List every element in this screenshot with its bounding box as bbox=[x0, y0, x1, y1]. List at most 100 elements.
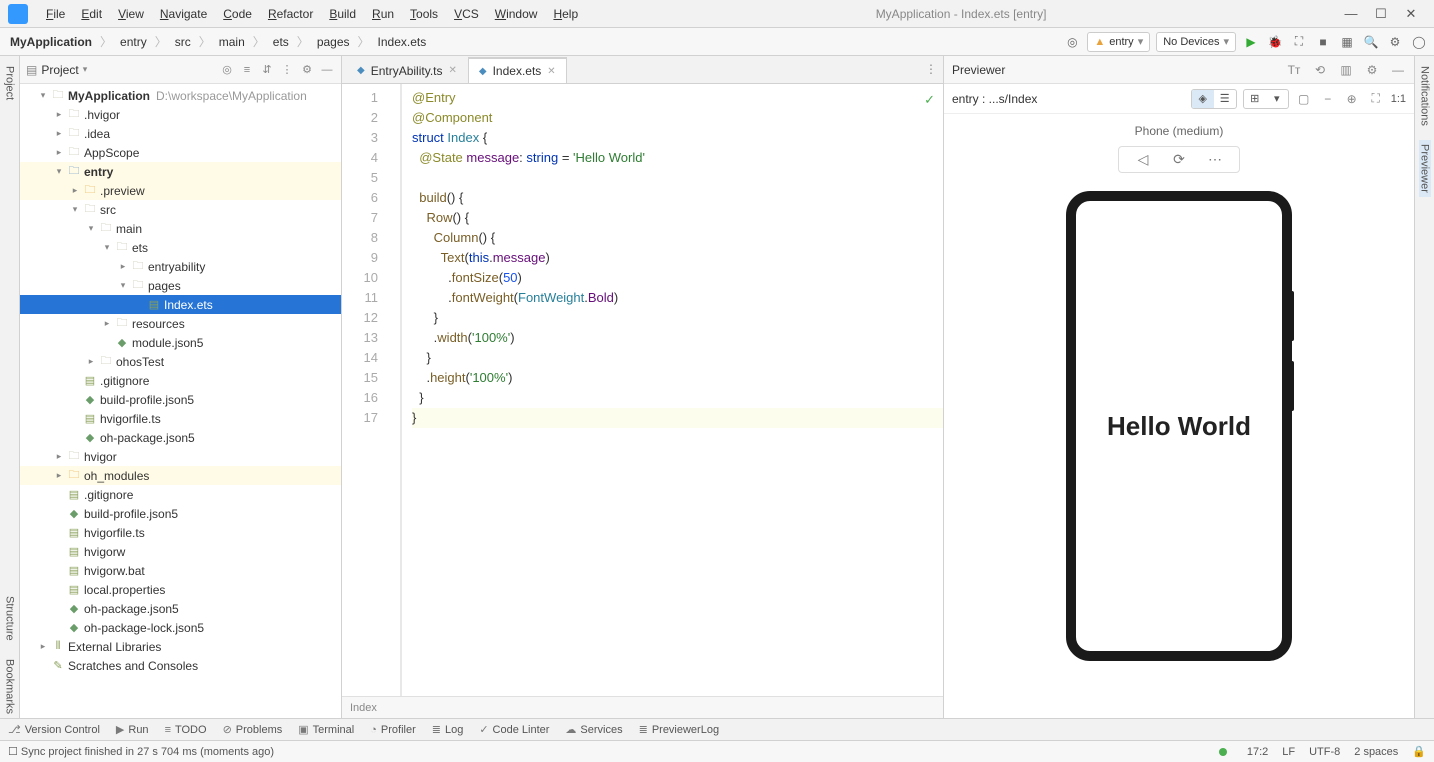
tree-row[interactable]: ▸🗀.hvigor bbox=[20, 105, 341, 124]
code-editor[interactable]: ✓ @Entry@Componentstruct Index { @State … bbox=[404, 84, 943, 696]
collapse-icon[interactable]: ⇵ bbox=[259, 63, 275, 76]
previewer-tool-tab[interactable]: Previewer bbox=[1419, 140, 1431, 197]
tree-row[interactable]: ▸🗀.idea bbox=[20, 124, 341, 143]
menu-tools[interactable]: Tools bbox=[402, 7, 446, 21]
close-tab-icon[interactable]: ✕ bbox=[449, 65, 457, 76]
hide-icon[interactable]: — bbox=[319, 64, 335, 76]
settings-icon[interactable]: ⚙ bbox=[1386, 35, 1404, 49]
menu-navigate[interactable]: Navigate bbox=[152, 7, 215, 21]
debug-icon[interactable]: 🐞 bbox=[1266, 35, 1284, 49]
hide-icon[interactable]: — bbox=[1390, 63, 1406, 77]
toolwindow-run[interactable]: ▶Run bbox=[116, 723, 149, 736]
locate-icon[interactable]: ◎ bbox=[219, 63, 235, 76]
fold-gutter[interactable] bbox=[388, 84, 402, 696]
profile-icon[interactable]: ◯ bbox=[1410, 35, 1428, 49]
tree-row[interactable]: ◆build-profile.json5 bbox=[20, 390, 341, 409]
encoding[interactable]: UTF-8 bbox=[1309, 746, 1340, 758]
gear-icon[interactable]: ⚙ bbox=[299, 63, 315, 76]
tree-row[interactable]: ▾🗀src bbox=[20, 200, 341, 219]
tree-row[interactable]: ▤hvigorw.bat bbox=[20, 561, 341, 580]
minimize-button[interactable]: — bbox=[1336, 6, 1366, 21]
options-icon[interactable]: ⋮ bbox=[279, 63, 295, 76]
toolwindow-previewerlog[interactable]: ≣PreviewerLog bbox=[639, 723, 719, 736]
fit-icon[interactable]: ⛶ bbox=[1367, 91, 1385, 106]
search--icon[interactable]: 🔍 bbox=[1362, 35, 1380, 49]
project-tool-tab[interactable]: Project bbox=[4, 62, 16, 104]
inspect-mode-toggle[interactable]: ◈☰ bbox=[1191, 89, 1237, 109]
editor-tab[interactable]: ◆Index.ets✕ bbox=[468, 57, 567, 83]
menu-view[interactable]: View bbox=[110, 7, 152, 21]
tree-row[interactable]: ▤hvigorfile.ts bbox=[20, 409, 341, 428]
toolwindow-todo[interactable]: ≡TODO bbox=[165, 724, 207, 736]
refresh-icon[interactable]: ⟲ bbox=[1312, 63, 1328, 77]
tree-row[interactable]: ▾🗀ets bbox=[20, 238, 341, 257]
toolwindow-services[interactable]: ☁Services bbox=[565, 723, 622, 736]
tree-row[interactable]: ▤local.properties bbox=[20, 580, 341, 599]
editor-breadcrumb[interactable]: Index bbox=[342, 696, 943, 718]
menu-help[interactable]: Help bbox=[545, 7, 586, 21]
tree-row[interactable]: ◆oh-package.json5 bbox=[20, 428, 341, 447]
menu-edit[interactable]: Edit bbox=[73, 7, 110, 21]
tree-row[interactable]: ▾🗀entry bbox=[20, 162, 341, 181]
maximize-button[interactable]: ☐ bbox=[1366, 6, 1396, 22]
tree-row[interactable]: ▸🗀AppScope bbox=[20, 143, 341, 162]
more-icon[interactable]: ⋯ bbox=[1201, 151, 1229, 168]
tree-row[interactable]: ▸🗀entryability bbox=[20, 257, 341, 276]
tree-row[interactable]: ▾🗀pages bbox=[20, 276, 341, 295]
breadcrumb-item[interactable]: Index.ets bbox=[374, 35, 431, 49]
run-icon[interactable]: ▶ bbox=[1242, 35, 1260, 49]
tree-row[interactable]: ▸🗀hvigor bbox=[20, 447, 341, 466]
tree-row[interactable]: ▸🗀resources bbox=[20, 314, 341, 333]
structure-tool-tab[interactable]: Structure bbox=[4, 592, 16, 645]
breadcrumb-item[interactable]: MyApplication bbox=[6, 35, 96, 49]
toolwindow-problems[interactable]: ⊘Problems bbox=[223, 723, 283, 736]
tree-row[interactable]: ▤hvigorfile.ts bbox=[20, 523, 341, 542]
back-icon[interactable]: ◁ bbox=[1129, 151, 1157, 168]
tabs-more-icon[interactable]: ⋮ bbox=[925, 62, 937, 76]
tree-row[interactable]: ▾🗀MyApplicationD:\workspace\MyApplicatio… bbox=[20, 86, 341, 105]
font-icon[interactable]: Tᴛ bbox=[1286, 63, 1302, 77]
toolwindow-code-linter[interactable]: ✓Code Linter bbox=[479, 723, 549, 736]
tree-row[interactable]: ▸🗀.preview bbox=[20, 181, 341, 200]
project-tree[interactable]: ▾🗀MyApplicationD:\workspace\MyApplicatio… bbox=[20, 84, 341, 718]
menu-code[interactable]: Code bbox=[215, 7, 260, 21]
zoom-out-icon[interactable]: − bbox=[1319, 92, 1337, 106]
coverage-icon[interactable]: ⛶ bbox=[1290, 34, 1308, 49]
menu-window[interactable]: Window bbox=[487, 7, 546, 21]
indent[interactable]: 2 spaces bbox=[1354, 746, 1398, 758]
attach-icon[interactable]: ▦ bbox=[1338, 35, 1356, 49]
toolwindow-log[interactable]: ≣Log bbox=[432, 723, 464, 736]
editor-tab[interactable]: ◆EntryAbility.ts✕ bbox=[346, 57, 468, 83]
gear-icon[interactable]: ⚙ bbox=[1364, 63, 1380, 77]
tree-row[interactable]: ✎Scratches and Consoles bbox=[20, 656, 341, 675]
tree-row[interactable]: ▤Index.ets bbox=[20, 295, 341, 314]
tree-row[interactable]: ◆oh-package-lock.json5 bbox=[20, 618, 341, 637]
lock-icon[interactable]: 🔒 bbox=[1412, 745, 1426, 758]
expand-icon[interactable]: ≡ bbox=[239, 64, 255, 76]
crop-icon[interactable]: ▢ bbox=[1295, 92, 1313, 106]
toolwindow-profiler[interactable]: ◔Profiler bbox=[370, 724, 416, 736]
device-selector[interactable]: No Devices▾ bbox=[1156, 32, 1236, 52]
notifications-tool-tab[interactable]: Notifications bbox=[1419, 62, 1431, 130]
tree-row[interactable]: ◆module.json5 bbox=[20, 333, 341, 352]
breadcrumb-item[interactable]: entry bbox=[116, 35, 151, 49]
bookmarks-tool-tab[interactable]: Bookmarks bbox=[4, 655, 16, 718]
tree-row[interactable]: ▸🗀ohosTest bbox=[20, 352, 341, 371]
breadcrumbs[interactable]: MyApplication〉entry〉src〉main〉ets〉pages〉I… bbox=[6, 33, 430, 50]
breadcrumb-item[interactable]: src bbox=[171, 35, 195, 49]
close-button[interactable]: ✕ bbox=[1396, 6, 1426, 22]
menu-refactor[interactable]: Refactor bbox=[260, 7, 321, 21]
toolwindow-terminal[interactable]: ▣Terminal bbox=[298, 723, 354, 736]
target-icon[interactable]: ◎ bbox=[1063, 35, 1081, 49]
menu-file[interactable]: File bbox=[38, 7, 73, 21]
tree-row[interactable]: ▾🗀main bbox=[20, 219, 341, 238]
zoom-in-icon[interactable]: ⊕ bbox=[1343, 92, 1361, 106]
stop-icon[interactable]: ■ bbox=[1314, 35, 1332, 49]
rotate-icon[interactable]: ▥ bbox=[1338, 63, 1354, 77]
tree-row[interactable]: ▤.gitignore bbox=[20, 371, 341, 390]
menu-build[interactable]: Build bbox=[321, 7, 364, 21]
tree-row[interactable]: ▤.gitignore bbox=[20, 485, 341, 504]
module-selector[interactable]: ▲entry▾ bbox=[1087, 32, 1150, 52]
device-nav-controls[interactable]: ◁ ⟳ ⋯ bbox=[1118, 146, 1240, 173]
layout-mode-toggle[interactable]: ⊞▾ bbox=[1243, 89, 1289, 109]
